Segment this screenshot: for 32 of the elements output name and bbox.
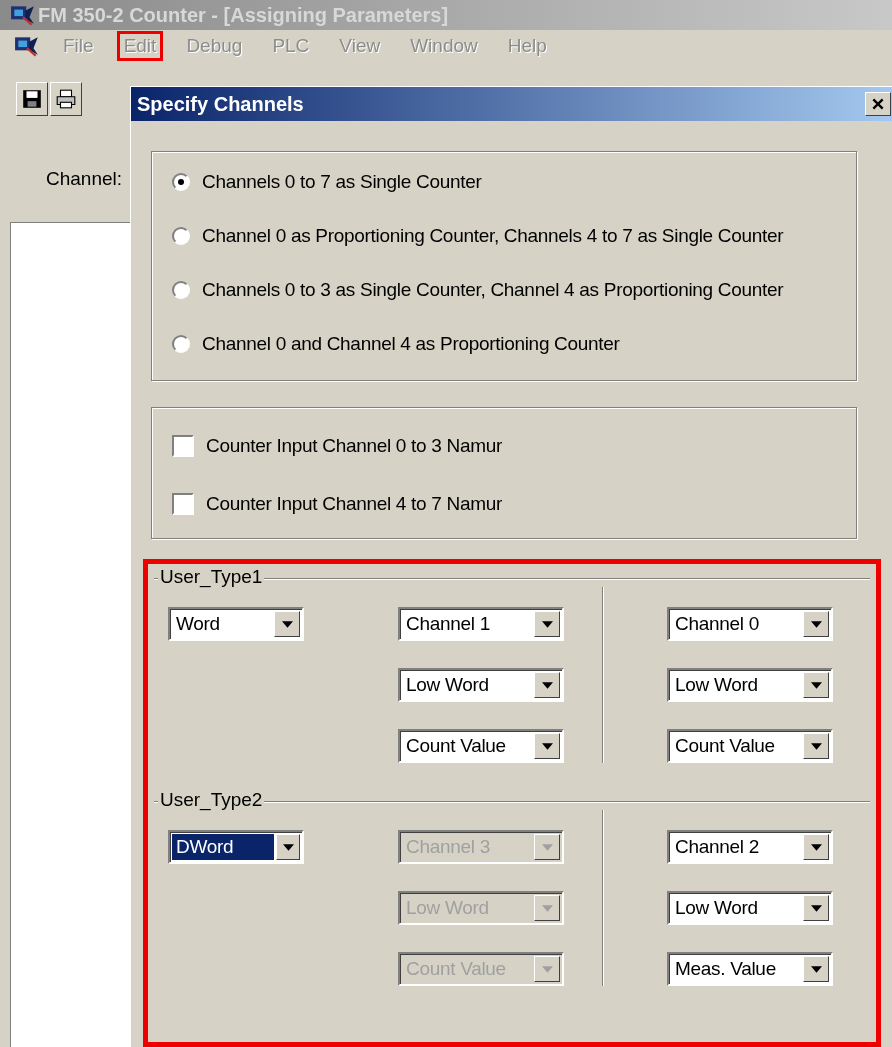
close-icon [871, 97, 885, 111]
radio-button[interactable] [172, 227, 190, 245]
dropdown[interactable]: Low Word [667, 668, 833, 702]
radio-label: Channel 0 and Channel 4 as Proportioning Counter [202, 333, 620, 355]
checkbox-label: Counter Input Channel 0 to 3 Namur [206, 435, 503, 457]
dropdown[interactable]: DWord [168, 830, 304, 864]
print-button[interactable] [50, 82, 82, 116]
dropdown[interactable]: Channel 1 [398, 607, 564, 641]
dropdown[interactable]: Count Value [667, 729, 833, 763]
printer-icon [55, 88, 77, 110]
app-icon [10, 4, 36, 26]
dropdown[interactable]: Channel 2 [667, 830, 833, 864]
dropdown[interactable]: Count Value [398, 729, 564, 763]
checkbox[interactable] [172, 493, 194, 515]
dropdown[interactable]: Low Word [398, 668, 564, 702]
checkbox[interactable] [172, 435, 194, 457]
dropdown[interactable]: Channel 0 [667, 607, 833, 641]
radio-label: Channels 0 to 3 as Single Counter, Channel 4 as Proportioning Counter [202, 279, 784, 301]
dropdown[interactable]: Meas. Value [667, 952, 833, 986]
radio-button[interactable] [172, 173, 190, 191]
app-icon [14, 35, 40, 57]
checkbox-label: Counter Input Channel 4 to 7 Namur [206, 493, 503, 515]
dialog-title: Specify Channels [137, 92, 304, 116]
radio-button[interactable] [172, 335, 190, 353]
radio-label: Channel 0 as Proportioning Counter, Channels 4 to 7 as Single Counter [202, 225, 784, 247]
radio-label: Channels 0 to 7 as Single Counter [202, 171, 482, 193]
close-button[interactable] [865, 92, 891, 116]
channel-label: Channel: [46, 168, 123, 189]
radio-button[interactable] [172, 281, 190, 299]
dropdown[interactable]: Low Word [667, 891, 833, 925]
dropdown[interactable]: Word [168, 607, 304, 641]
save-button[interactable] [16, 82, 48, 116]
